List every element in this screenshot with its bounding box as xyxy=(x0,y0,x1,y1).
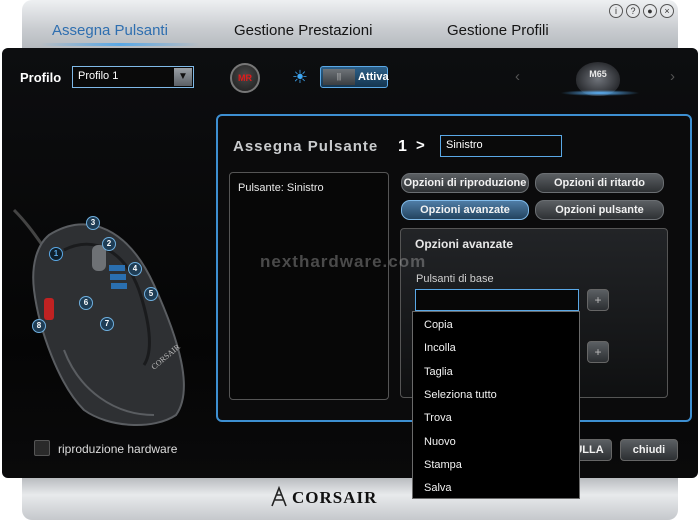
profile-select-value: Profilo 1 xyxy=(78,70,119,82)
chevron-right-icon: > xyxy=(416,137,425,154)
mouse-button-5[interactable]: 5 xyxy=(144,287,158,301)
mouse-button-4[interactable]: 4 xyxy=(128,262,142,276)
active-tab-indicator xyxy=(40,43,200,46)
add-button-secondary[interactable]: + xyxy=(587,341,609,363)
help-icon[interactable]: ? xyxy=(626,4,640,18)
app-window: Assegna Pulsanti Gestione Prestazioni Ge… xyxy=(0,0,700,520)
prev-device-icon[interactable]: ‹ xyxy=(515,68,520,85)
watermark: nexthardware.com xyxy=(260,252,427,271)
button-name-field[interactable]: Sinistro xyxy=(440,135,562,157)
device-glow xyxy=(560,90,640,96)
base-buttons-dropdown[interactable]: Copia Incolla Taglia Seleziona tutto Tro… xyxy=(412,311,580,499)
tab-assegna-pulsanti[interactable]: Assegna Pulsanti xyxy=(52,22,168,39)
hardware-playback-checkbox[interactable] xyxy=(34,440,50,456)
assign-button-number: 1 xyxy=(398,138,407,155)
mouse-button-6[interactable]: 6 xyxy=(79,296,93,310)
corsair-logo-icon xyxy=(271,486,287,507)
assigned-action-item[interactable]: Pulsante: Sinistro xyxy=(238,182,324,194)
mouse-illustration: CORSAIR 1 2 3 4 5 6 7 8 xyxy=(4,190,204,430)
close-button[interactable]: chiudi xyxy=(620,439,678,461)
profile-label: Profilo xyxy=(20,70,62,85)
dropdown-item-salva[interactable]: Salva xyxy=(424,482,452,494)
advanced-options-button[interactable]: Opzioni avanzate xyxy=(401,200,529,220)
tab-gestione-profili[interactable]: Gestione Profili xyxy=(447,22,549,39)
mouse-graphic: CORSAIR xyxy=(12,208,185,427)
profile-select[interactable]: Profilo 1 ▼ xyxy=(72,66,194,88)
mouse-button-8[interactable]: 8 xyxy=(32,319,46,333)
brand-logo: CORSAIR xyxy=(292,488,378,507)
tab-gestione-prestazioni[interactable]: Gestione Prestazioni xyxy=(234,22,372,39)
dropdown-item-stampa[interactable]: Stampa xyxy=(424,459,462,471)
brightness-icon[interactable]: ☀ xyxy=(290,67,310,87)
mouse-button-3[interactable]: 3 xyxy=(86,216,100,230)
assigned-actions-list[interactable]: Pulsante: Sinistro xyxy=(229,172,389,400)
next-device-icon[interactable]: › xyxy=(670,68,675,85)
activation-toggle[interactable]: || Attiva xyxy=(320,66,389,88)
delay-options-button[interactable]: Opzioni di ritardo xyxy=(535,173,664,193)
info-icon[interactable]: i xyxy=(609,4,623,18)
dropdown-item-incolla[interactable]: Incolla xyxy=(424,342,456,354)
toggle-knob[interactable]: || xyxy=(323,69,355,85)
button-options-button[interactable]: Opzioni pulsante xyxy=(535,200,664,220)
dropdown-item-seleziona-tutto[interactable]: Seleziona tutto xyxy=(424,389,497,401)
dropdown-item-trova[interactable]: Trova xyxy=(424,412,452,424)
hardware-playback-label: riproduzione hardware xyxy=(58,442,178,456)
mouse-button-1[interactable]: 1 xyxy=(49,247,63,261)
base-buttons-label: Pulsanti di base xyxy=(416,273,494,285)
toggle-label: Attiva xyxy=(358,71,389,83)
close-icon[interactable]: × xyxy=(660,4,674,18)
dropdown-item-taglia[interactable]: Taglia xyxy=(424,366,453,378)
mouse-button-7[interactable]: 7 xyxy=(100,317,114,331)
chevron-down-icon[interactable]: ▼ xyxy=(174,68,192,86)
globe-icon[interactable]: ● xyxy=(643,4,657,18)
base-buttons-select[interactable] xyxy=(415,289,579,311)
add-base-button[interactable]: + xyxy=(587,289,609,311)
playback-options-button[interactable]: Opzioni di riproduzione xyxy=(401,173,529,193)
advanced-options-title: Opzioni avanzate xyxy=(415,237,514,251)
macro-record-button[interactable]: MR xyxy=(230,63,260,93)
assign-title: Assegna Pulsante xyxy=(233,138,379,155)
dropdown-item-copia[interactable]: Copia xyxy=(424,319,453,331)
mouse-button-2[interactable]: 2 xyxy=(102,237,116,251)
dropdown-item-nuovo[interactable]: Nuovo xyxy=(424,436,456,448)
